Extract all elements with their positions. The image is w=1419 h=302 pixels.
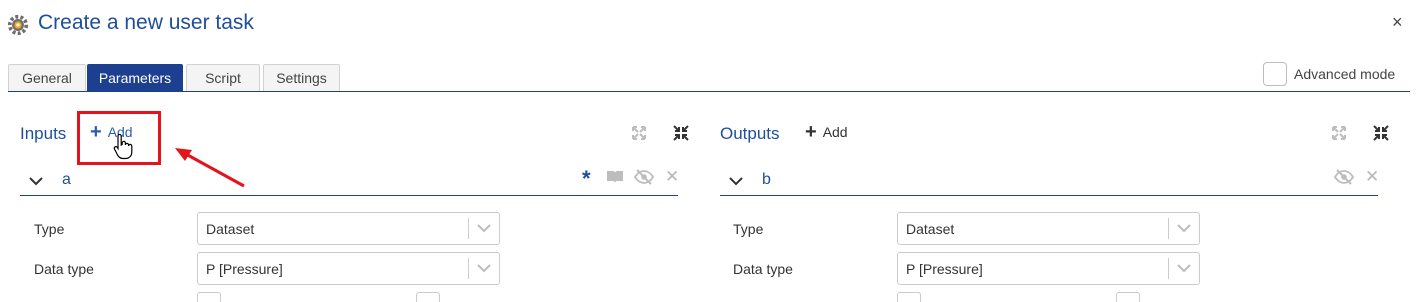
remove-icon[interactable]: ✕ xyxy=(1365,167,1379,187)
input-param-name[interactable]: a xyxy=(62,171,71,189)
tab-parameters[interactable]: Parameters xyxy=(87,64,183,91)
output-param-divider xyxy=(720,195,1378,196)
input-datatype-value: P [Pressure] xyxy=(206,260,283,277)
chevron-down-icon[interactable] xyxy=(729,176,743,186)
tab-script[interactable]: Script xyxy=(186,64,260,91)
inputs-title: Inputs xyxy=(20,124,67,143)
outputs-title: Outputs xyxy=(720,124,780,143)
arrow-annotation xyxy=(175,148,245,188)
expand-icon[interactable] xyxy=(1332,126,1346,140)
outputs-add-label: Add xyxy=(822,124,848,140)
asterisk-icon[interactable]: * xyxy=(582,166,591,192)
book-icon[interactable] xyxy=(606,170,624,184)
output-type-label: Type xyxy=(733,221,764,237)
input-datatype-select[interactable]: P [Pressure] xyxy=(197,252,500,285)
advanced-mode-label: Advanced mode xyxy=(1294,66,1396,82)
tab-general[interactable]: General xyxy=(8,64,86,91)
chevron-down-icon xyxy=(1169,224,1199,233)
output-datatype-label: Data type xyxy=(733,261,793,277)
cursor-hand-icon xyxy=(113,134,133,160)
output-checkbox[interactable] xyxy=(897,292,921,302)
gear-icon xyxy=(7,14,29,36)
chevron-down-icon[interactable] xyxy=(29,176,43,186)
chevron-down-icon xyxy=(1169,264,1199,273)
input-type-label: Type xyxy=(34,221,65,237)
advanced-mode-checkbox[interactable] xyxy=(1263,62,1287,86)
plus-icon: + xyxy=(805,121,817,143)
output-datatype-value: P [Pressure] xyxy=(906,260,983,277)
eye-off-icon[interactable] xyxy=(1334,169,1354,185)
output-param-name[interactable]: b xyxy=(762,171,771,189)
input-param-divider xyxy=(20,195,678,196)
collapse-icon[interactable] xyxy=(673,125,689,141)
input-checkbox[interactable] xyxy=(416,292,440,302)
close-icon[interactable]: × xyxy=(1392,12,1403,33)
remove-icon[interactable]: ✕ xyxy=(665,167,679,187)
input-datatype-label: Data type xyxy=(34,261,94,277)
input-type-select[interactable]: Dataset xyxy=(197,212,500,245)
tab-settings[interactable]: Settings xyxy=(263,64,340,91)
chevron-down-icon xyxy=(469,224,499,233)
output-type-select[interactable]: Dataset xyxy=(897,212,1200,245)
input-type-value: Dataset xyxy=(206,220,255,237)
input-checkbox[interactable] xyxy=(197,292,221,302)
collapse-icon[interactable] xyxy=(1373,125,1389,141)
output-datatype-select[interactable]: P [Pressure] xyxy=(897,252,1200,285)
chevron-down-icon xyxy=(469,264,499,273)
eye-off-icon[interactable] xyxy=(634,169,654,185)
output-checkbox[interactable] xyxy=(1116,292,1140,302)
output-type-value: Dataset xyxy=(906,220,955,237)
tabs-divider xyxy=(8,91,1410,92)
expand-icon[interactable] xyxy=(632,126,646,140)
dialog-title: Create a new user task xyxy=(38,11,254,34)
outputs-add-button[interactable]: + Add xyxy=(805,121,848,143)
